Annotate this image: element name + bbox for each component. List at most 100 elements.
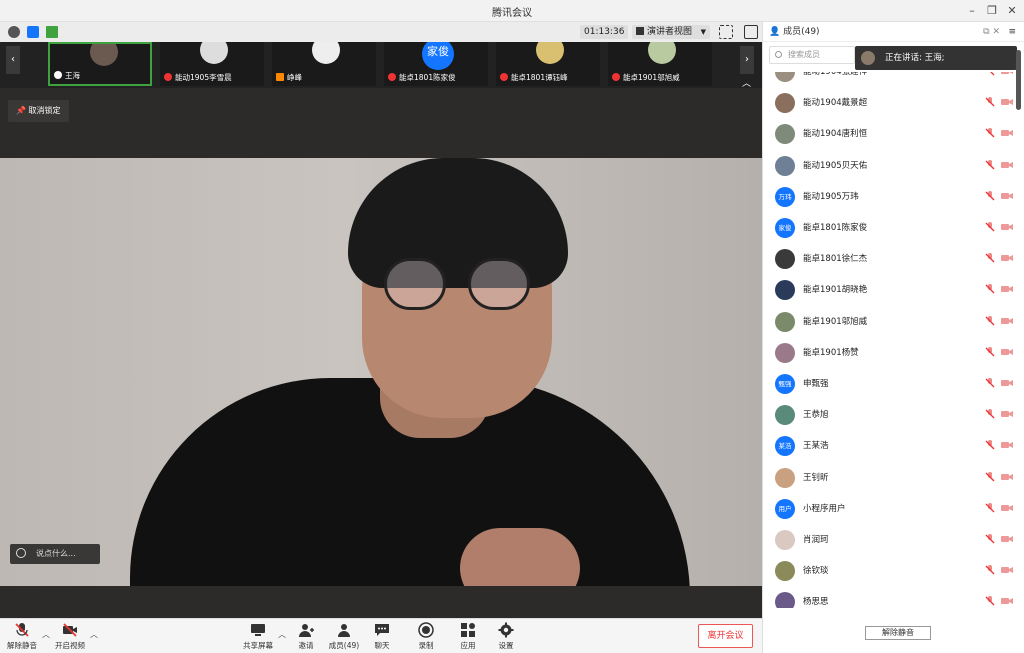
video-thumbnail[interactable]: 峥峰 [272,42,376,86]
fullscreen-icon[interactable] [719,25,733,39]
search-placeholder: 搜索成员 [788,50,820,59]
unpin-button[interactable]: 📌 取消锁定 [8,100,69,122]
mic-off-icon[interactable] [985,97,995,107]
mic-off-icon[interactable] [985,346,995,357]
participant-row[interactable]: 能动1905贝天佑 [763,150,1024,181]
participant-row[interactable]: 肖润珂 [763,524,1024,555]
participant-row[interactable]: 能卓1901邬旭威 [763,306,1024,337]
chevron-left-icon[interactable]: ‹ [6,46,20,74]
popout-icon[interactable]: ⧉ ✕ [983,22,1000,42]
minimize-button[interactable]: – [962,2,982,20]
mic-off-icon[interactable] [985,565,995,575]
camera-off-icon[interactable] [1001,348,1013,356]
signal-icon[interactable] [46,26,58,38]
participant-row[interactable]: 徐钦琰 [763,555,1024,586]
avatar [775,311,795,332]
video-thumbnail[interactable]: 王海 [48,42,152,86]
participant-name: 申甄强 [803,379,829,389]
avatar [775,72,795,82]
participant-name: 王某浩 [803,441,829,452]
camera-off-icon[interactable] [1001,317,1013,325]
mic-off-icon[interactable] [985,315,995,326]
chevron-right-icon[interactable]: › [740,46,754,74]
camera-off-icon[interactable] [1001,223,1013,231]
mic-off-icon[interactable] [985,502,995,513]
participant-row[interactable]: 家俊 能卓1801陈家俊 [763,212,1024,243]
sidebar-toggle-icon[interactable] [744,25,758,39]
record-button[interactable]: 录制 [404,622,448,651]
chat-button[interactable]: 聊天 [360,622,404,651]
mic-off-icon[interactable] [985,222,995,232]
avatar [861,51,875,65]
menu-icon[interactable]: ≡ [1008,22,1016,42]
participant-row[interactable]: 能卓1801徐仁杰 [763,243,1024,274]
restore-button[interactable]: ❐ [982,2,1002,20]
mic-off-icon [15,623,29,637]
settings-button[interactable]: 设置 [484,622,528,651]
member-search-input[interactable]: 搜索成员 [769,46,855,64]
view-mode-label: 演讲者视图 [647,27,693,37]
speaker-video [0,158,762,586]
participant-row[interactable]: 能动1904张建祥 [763,72,1024,87]
camera-off-icon[interactable] [1001,129,1013,137]
participant-row[interactable]: 能卓1901杨赞 [763,337,1024,368]
participant-row[interactable]: 万玮 能动1905万玮 [763,181,1024,212]
camera-off-icon[interactable] [1001,285,1013,293]
camera-off-icon[interactable] [1001,535,1013,543]
participant-row[interactable]: 能卓1901胡晓艳 [763,274,1024,305]
shield-icon[interactable] [27,26,39,38]
mic-off-icon[interactable] [985,128,995,138]
participant-row[interactable]: 能动1904唐利恒 [763,118,1024,149]
mic-off-icon[interactable] [985,596,995,606]
camera-off-icon[interactable] [1001,379,1013,387]
video-thumbnail[interactable]: 能卓1801谭钰峰 [496,42,600,86]
camera-off-icon[interactable] [1001,441,1013,449]
emoji-icon[interactable] [16,548,26,558]
avatar: 甄强 [775,374,795,394]
unmute-all-button[interactable]: 解除静音 [865,626,931,640]
participant-row[interactable]: 用户 小程序用户 [763,493,1024,524]
start-video-button[interactable]: 开启视频 [48,622,92,651]
camera-off-icon[interactable] [1001,473,1013,481]
unmute-button[interactable]: 解除静音 [0,622,44,651]
mic-off-icon[interactable] [985,159,995,170]
camera-off-icon[interactable] [1001,410,1013,418]
camera-off-icon[interactable] [1001,98,1013,106]
mic-off-icon[interactable] [985,253,995,263]
participant-name: 能卓1801陈家俊 [803,223,868,233]
leave-meeting-button[interactable]: 离开会议 [698,624,753,648]
camera-off-icon[interactable] [1001,161,1013,169]
video-thumbnail[interactable]: 能动1905李雪晨 [160,42,264,86]
chat-icon [375,624,389,636]
camera-off-icon[interactable] [1001,192,1013,200]
mic-off-icon[interactable] [985,72,995,76]
panel-header: 👤 成员(49) ⧉ ✕ ≡ [763,22,1024,42]
info-icon[interactable] [8,26,20,38]
camera-off-icon[interactable] [1001,504,1013,512]
camera-off-icon[interactable] [1001,566,1013,574]
mic-off-icon[interactable] [985,409,995,419]
chat-input[interactable]: 说点什么... [10,544,100,564]
mic-off-icon[interactable] [985,471,995,482]
participant-row[interactable]: 王钊昕 [763,462,1024,493]
participant-row[interactable]: 杨思思 [763,586,1024,608]
participant-row[interactable]: 某浩 王某浩 [763,430,1024,461]
participant-row[interactable]: 甄强 申甄强 [763,368,1024,399]
share-screen-button[interactable]: 共享屏幕 [236,622,280,651]
close-window-button[interactable]: ✕ [1002,2,1022,20]
mic-off-icon[interactable] [985,284,995,294]
chevron-up-icon[interactable]: ︿ [90,629,98,640]
mic-off-icon[interactable] [985,534,995,544]
camera-off-icon[interactable] [1001,254,1013,262]
mic-off-icon[interactable] [985,190,995,201]
camera-off-icon[interactable] [1001,597,1013,605]
view-mode-select[interactable]: 演讲者视图 ▼ [632,25,710,39]
camera-off-icon[interactable] [1001,72,1013,75]
video-thumbnail[interactable]: 能卓1901邬旭威 [608,42,712,86]
mic-off-icon[interactable] [985,378,995,388]
participant-row[interactable]: 王恭旭 [763,399,1024,430]
chat-placeholder: 说点什么... [36,549,76,558]
mic-off-icon[interactable] [985,440,995,450]
participant-row[interactable]: 能动1904戴景超 [763,87,1024,118]
video-thumbnail[interactable]: 家俊 能卓1801陈家俊 [384,42,488,86]
